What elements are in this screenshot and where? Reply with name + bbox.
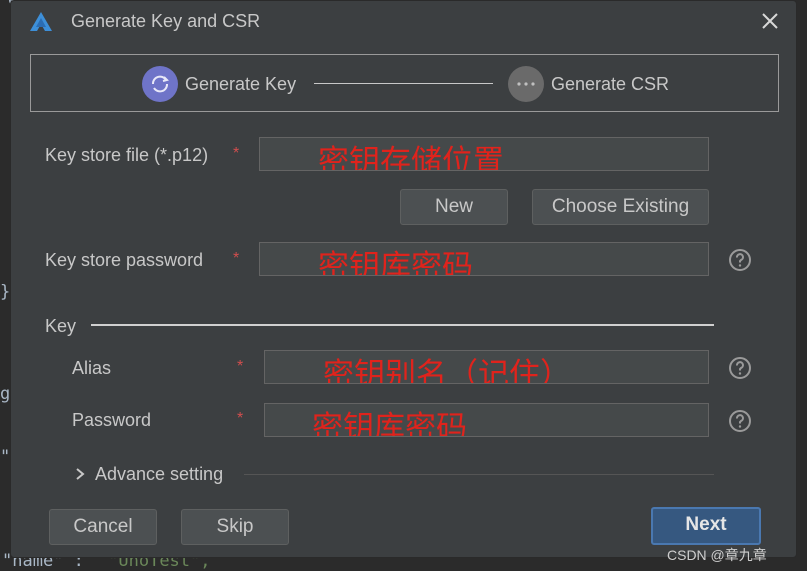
advance-setting-divider [244,474,714,475]
dialog-titlebar: Generate Key and CSR [11,1,796,43]
key-section-label: Key [45,316,77,336]
question-circle-icon[interactable] [728,409,752,433]
next-button[interactable]: Next [651,507,761,545]
password-input[interactable]: 密钥库密码 [264,403,709,437]
step-generate-key-icon [142,66,178,102]
harmony-triangle-icon [30,12,52,31]
new-keystore-button[interactable]: New [400,189,508,225]
ellipsis-icon [517,82,535,86]
background-code-quote: " [0,447,11,467]
choose-existing-button[interactable]: Choose Existing [532,189,709,225]
alias-input[interactable]: 密钥别名（记住） [264,350,709,384]
password-annotation: 密钥库密码 [312,410,467,437]
required-marker: * [237,410,244,427]
step-connector [314,83,493,84]
close-icon[interactable] [758,9,782,33]
generate-key-dialog: Generate Key and CSR Generate Key Genera… [10,0,797,558]
keystore-password-annotation: 密钥库密码 [318,249,473,276]
skip-button[interactable]: Skip [181,509,289,545]
step-progress: Generate Key Generate CSR [30,54,779,112]
required-marker: * [233,250,240,267]
chevron-right-icon[interactable] [73,466,87,482]
question-circle-icon[interactable] [728,248,752,272]
alias-label: Alias [72,358,112,378]
step-generate-csr-label: Generate CSR [551,74,670,94]
step-generate-csr-icon [508,66,544,102]
keystore-file-label: Key store file (*.p12) [45,145,209,165]
step-generate-key-label: Generate Key [185,74,297,94]
question-circle-icon[interactable] [728,356,752,380]
refresh-icon [152,75,169,93]
keystore-password-input[interactable]: 密钥库密码 [259,242,709,276]
background-code-brace: } [0,282,11,302]
advance-setting-toggle[interactable]: Advance setting [95,464,223,485]
keystore-file-input[interactable]: 密钥存储位置 [259,137,709,171]
alias-annotation: 密钥别名（记住） [323,357,571,384]
keystore-password-label: Key store password [45,250,204,270]
dialog-title: Generate Key and CSR [71,11,261,31]
password-label: Password [72,410,152,430]
cancel-button[interactable]: Cancel [49,509,157,545]
required-marker: * [233,145,240,162]
required-marker: * [237,358,244,375]
keystore-file-annotation: 密钥存储位置 [318,144,504,171]
csdn-watermark: CSDN @章九章 [667,547,767,563]
key-section-divider [91,324,714,326]
background-code-g: g [0,384,11,404]
